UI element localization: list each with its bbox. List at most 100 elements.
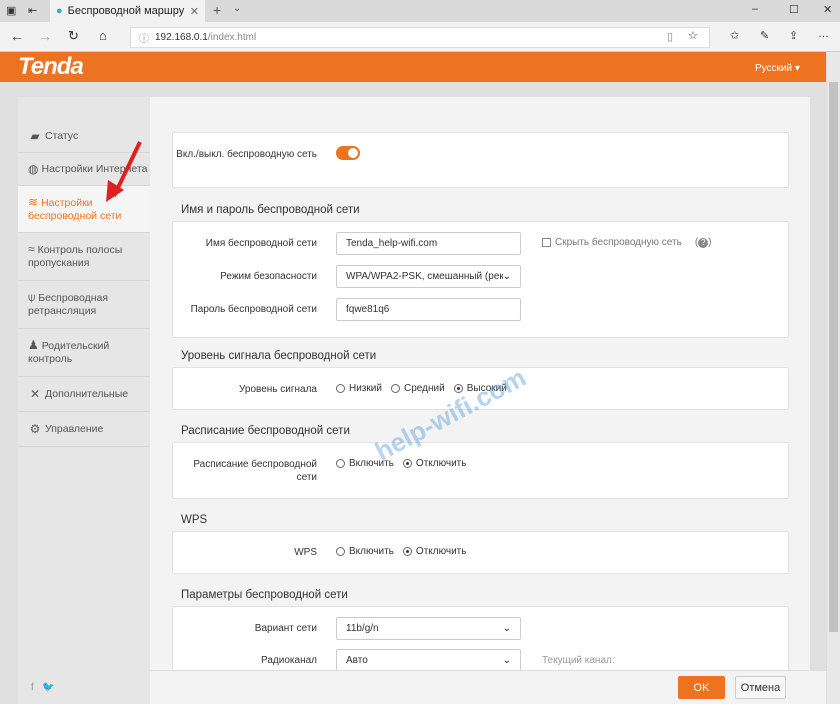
sidebar-item-parental[interactable]: ♟ Родительский контроль xyxy=(18,329,150,377)
wps-enable-radio[interactable]: Включить xyxy=(336,546,394,557)
tab-title: Беспроводной маршру xyxy=(67,5,185,17)
password-label: Пароль беспроводной сети xyxy=(190,304,317,315)
forward-icon[interactable]: → xyxy=(38,28,52,44)
favorites-icon[interactable]: ✩ xyxy=(730,29,739,42)
radio-label: Средний xyxy=(404,383,445,394)
hide-ssid-label: Скрыть беспроводную сеть xyxy=(555,237,682,248)
chevron-down-icon: ⌄ xyxy=(502,271,511,282)
channel-value: Авто xyxy=(346,655,368,666)
wps-label: WPS xyxy=(294,547,317,558)
channel-label: Радиоканал xyxy=(261,655,317,666)
wps-disable-radio[interactable]: Отключить xyxy=(402,546,467,557)
schedule-disable-radio[interactable]: Отключить xyxy=(402,458,467,469)
close-tab-icon[interactable]: ✕ xyxy=(190,5,199,18)
sidebar-item-label: Беспроводная ретрансляция xyxy=(28,292,109,317)
checkbox-box xyxy=(542,238,551,247)
tab-favicon-icon: ● xyxy=(56,5,63,17)
sidebar-item-label: Управление xyxy=(45,422,104,435)
set-aside-tabs-icon[interactable]: ⇤ xyxy=(28,4,37,17)
network-mode-value: 11b/g/n xyxy=(346,623,379,634)
sidebar-item-bandwidth[interactable]: ≈ Контроль полосы пропускания xyxy=(18,233,150,281)
schedule-radio-group: Включить Отключить xyxy=(336,458,472,471)
password-input[interactable]: fqwe81q6 xyxy=(336,298,521,321)
security-select[interactable]: WPA/WPA2-PSK, смешанный (рек ⌄ xyxy=(336,265,521,288)
security-value: WPA/WPA2-PSK, смешанный (рек xyxy=(346,271,503,282)
hide-ssid-checkbox[interactable]: Скрыть беспроводную сеть (?) xyxy=(542,237,712,248)
new-tab-icon[interactable]: + xyxy=(213,2,221,18)
sidebar-item-label: Родительский контроль xyxy=(28,340,110,365)
router-icon: ▰ xyxy=(30,128,40,143)
url-host: 192.168.0.1 xyxy=(155,32,208,43)
pen-icon[interactable]: ✎ xyxy=(760,29,769,42)
url-input[interactable]: ⓘ 192.168.0.1/index.html xyxy=(130,27,710,48)
close-window-icon[interactable]: ✕ xyxy=(823,3,832,16)
radio-label: Включить xyxy=(349,546,394,557)
wireless-toggle-label: Вкл./выкл. беспроводную сеть xyxy=(176,149,317,160)
back-icon[interactable]: ← xyxy=(10,28,24,44)
schedule-label: Расписание беспроводной сети xyxy=(193,459,317,483)
signal-section-title: Уровень сигнала беспроводной сети xyxy=(181,350,377,362)
wps-radio-group: Включить Отключить xyxy=(336,546,472,559)
signal-medium-radio[interactable]: Средний xyxy=(391,383,445,394)
ssid-value: Tenda_help-wifi.com xyxy=(346,238,438,249)
share-icon[interactable]: ⇪ xyxy=(789,29,798,42)
current-channel-label: Текущий канал: xyxy=(542,655,615,666)
schedule-section-title: Расписание беспроводной сети xyxy=(181,425,350,437)
tenda-logo: Tenda xyxy=(18,53,84,80)
minimize-icon[interactable]: – xyxy=(752,3,758,15)
security-label: Режим безопасности xyxy=(220,271,317,282)
parent-icon: ♟ xyxy=(28,338,39,352)
wps-section-title: WPS xyxy=(181,514,208,526)
sidebar-item-advanced[interactable]: ✕ Дополнительные xyxy=(18,377,150,412)
radio-label: Низкий xyxy=(349,383,382,394)
home-icon[interactable]: ⌂ xyxy=(99,28,107,43)
ssid-section-title: Имя и пароль беспроводной сети xyxy=(181,204,360,216)
sidebar-item-label: Контроль полосы пропускания xyxy=(28,244,123,269)
sidebar-item-management[interactable]: ⚙ Управление xyxy=(18,412,150,447)
info-icon: ⓘ xyxy=(139,34,149,45)
ok-button[interactable]: OK xyxy=(678,676,725,699)
password-value: fqwe81q6 xyxy=(346,304,390,315)
help-icon[interactable]: ? xyxy=(698,238,709,248)
language-label: Русский xyxy=(755,63,793,74)
scrollbar-thumb[interactable] xyxy=(829,82,838,632)
wifi-icon: ≋ xyxy=(28,194,39,209)
more-icon[interactable]: … xyxy=(818,28,829,40)
chevron-down-icon: ⌄ xyxy=(502,655,511,666)
radio-label: Отключить xyxy=(415,546,467,557)
bandwidth-icon: ≈ xyxy=(28,242,35,256)
router-header xyxy=(0,52,826,82)
signal-low-radio[interactable]: Низкий xyxy=(336,383,382,394)
maximize-icon[interactable]: ☐ xyxy=(789,3,799,16)
schedule-enable-radio[interactable]: Включить xyxy=(336,458,394,469)
sidebar-item-repeater[interactable]: ⍦ Беспроводная ретрансляция xyxy=(18,281,150,329)
tools-icon: ✕ xyxy=(29,386,41,401)
ssid-label: Имя беспроводной сети xyxy=(205,238,317,249)
url-path: /index.html xyxy=(207,32,257,43)
signal-radio-group: Низкий Средний Высокий xyxy=(336,383,513,396)
red-arrow-annotation xyxy=(106,141,142,202)
network-mode-label: Вариант сети xyxy=(254,623,317,634)
ssid-input[interactable]: Tenda_help-wifi.com xyxy=(336,232,521,255)
antenna-icon: ⍦ xyxy=(28,290,36,304)
favorite-star-icon[interactable]: ☆ xyxy=(688,29,698,42)
signal-label: Уровень сигнала xyxy=(238,384,317,395)
tab-list-icon[interactable]: ⌄ xyxy=(233,3,241,14)
twitter-icon[interactable]: 🐦 xyxy=(42,682,54,693)
network-mode-select[interactable]: 11b/g/n ⌄ xyxy=(336,617,521,640)
language-select[interactable]: Русский ▾ xyxy=(755,63,800,74)
sidebar-item-label: Статус xyxy=(45,129,79,142)
reading-view-icon[interactable]: ▯ xyxy=(667,30,673,43)
sidebar-item-label: Дополнительные xyxy=(45,387,129,400)
cancel-button[interactable]: Отмена xyxy=(735,676,786,699)
channel-select[interactable]: Авто ⌄ xyxy=(336,649,521,672)
facebook-icon[interactable]: f xyxy=(31,682,34,693)
browser-tab[interactable]: ● Беспроводной маршру ✕ xyxy=(50,0,205,22)
refresh-icon[interactable]: ↻ xyxy=(68,28,79,44)
tab-preview-icon[interactable]: ▣ xyxy=(6,4,16,17)
signal-high-radio[interactable]: Высокий xyxy=(453,383,507,394)
params-section-title: Параметры беспроводной сети xyxy=(181,589,348,601)
radio-label: Отключить xyxy=(415,458,467,469)
globe-icon: ◍ xyxy=(28,161,39,176)
wireless-toggle[interactable] xyxy=(336,146,360,160)
